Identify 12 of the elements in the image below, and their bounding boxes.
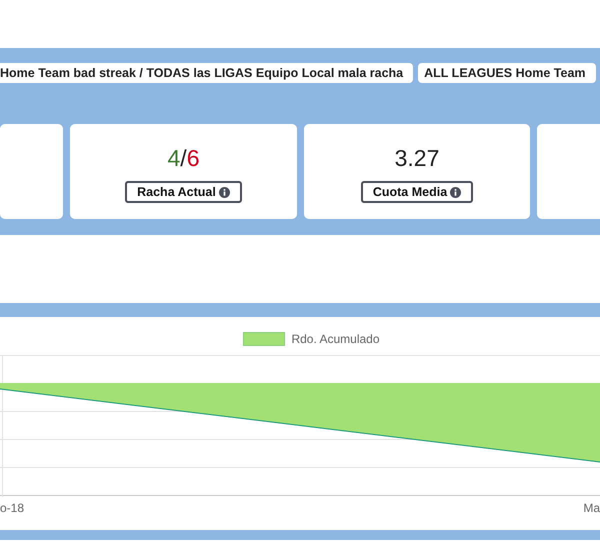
stat-label-button[interactable]: Cuota Media	[360, 181, 474, 203]
info-icon	[218, 186, 230, 198]
legend-label: Rdo. Acumulado	[291, 332, 380, 346]
info-icon	[450, 186, 462, 198]
legend-swatch	[243, 332, 286, 346]
stat-value: 3.27	[394, 144, 440, 172]
x-axis-label: o-18	[0, 501, 24, 515]
x-axis-label: Ma	[583, 501, 600, 515]
league-tab[interactable]: ALL LEAGUES Home Team	[418, 63, 596, 83]
streak-value: 4/6	[168, 144, 200, 172]
league-tab[interactable]: Home Team bad streak / TODAS las LIGAS Equipo Local mala racha	[0, 63, 414, 83]
stat-label-button[interactable]: Racha Actual	[125, 181, 242, 203]
